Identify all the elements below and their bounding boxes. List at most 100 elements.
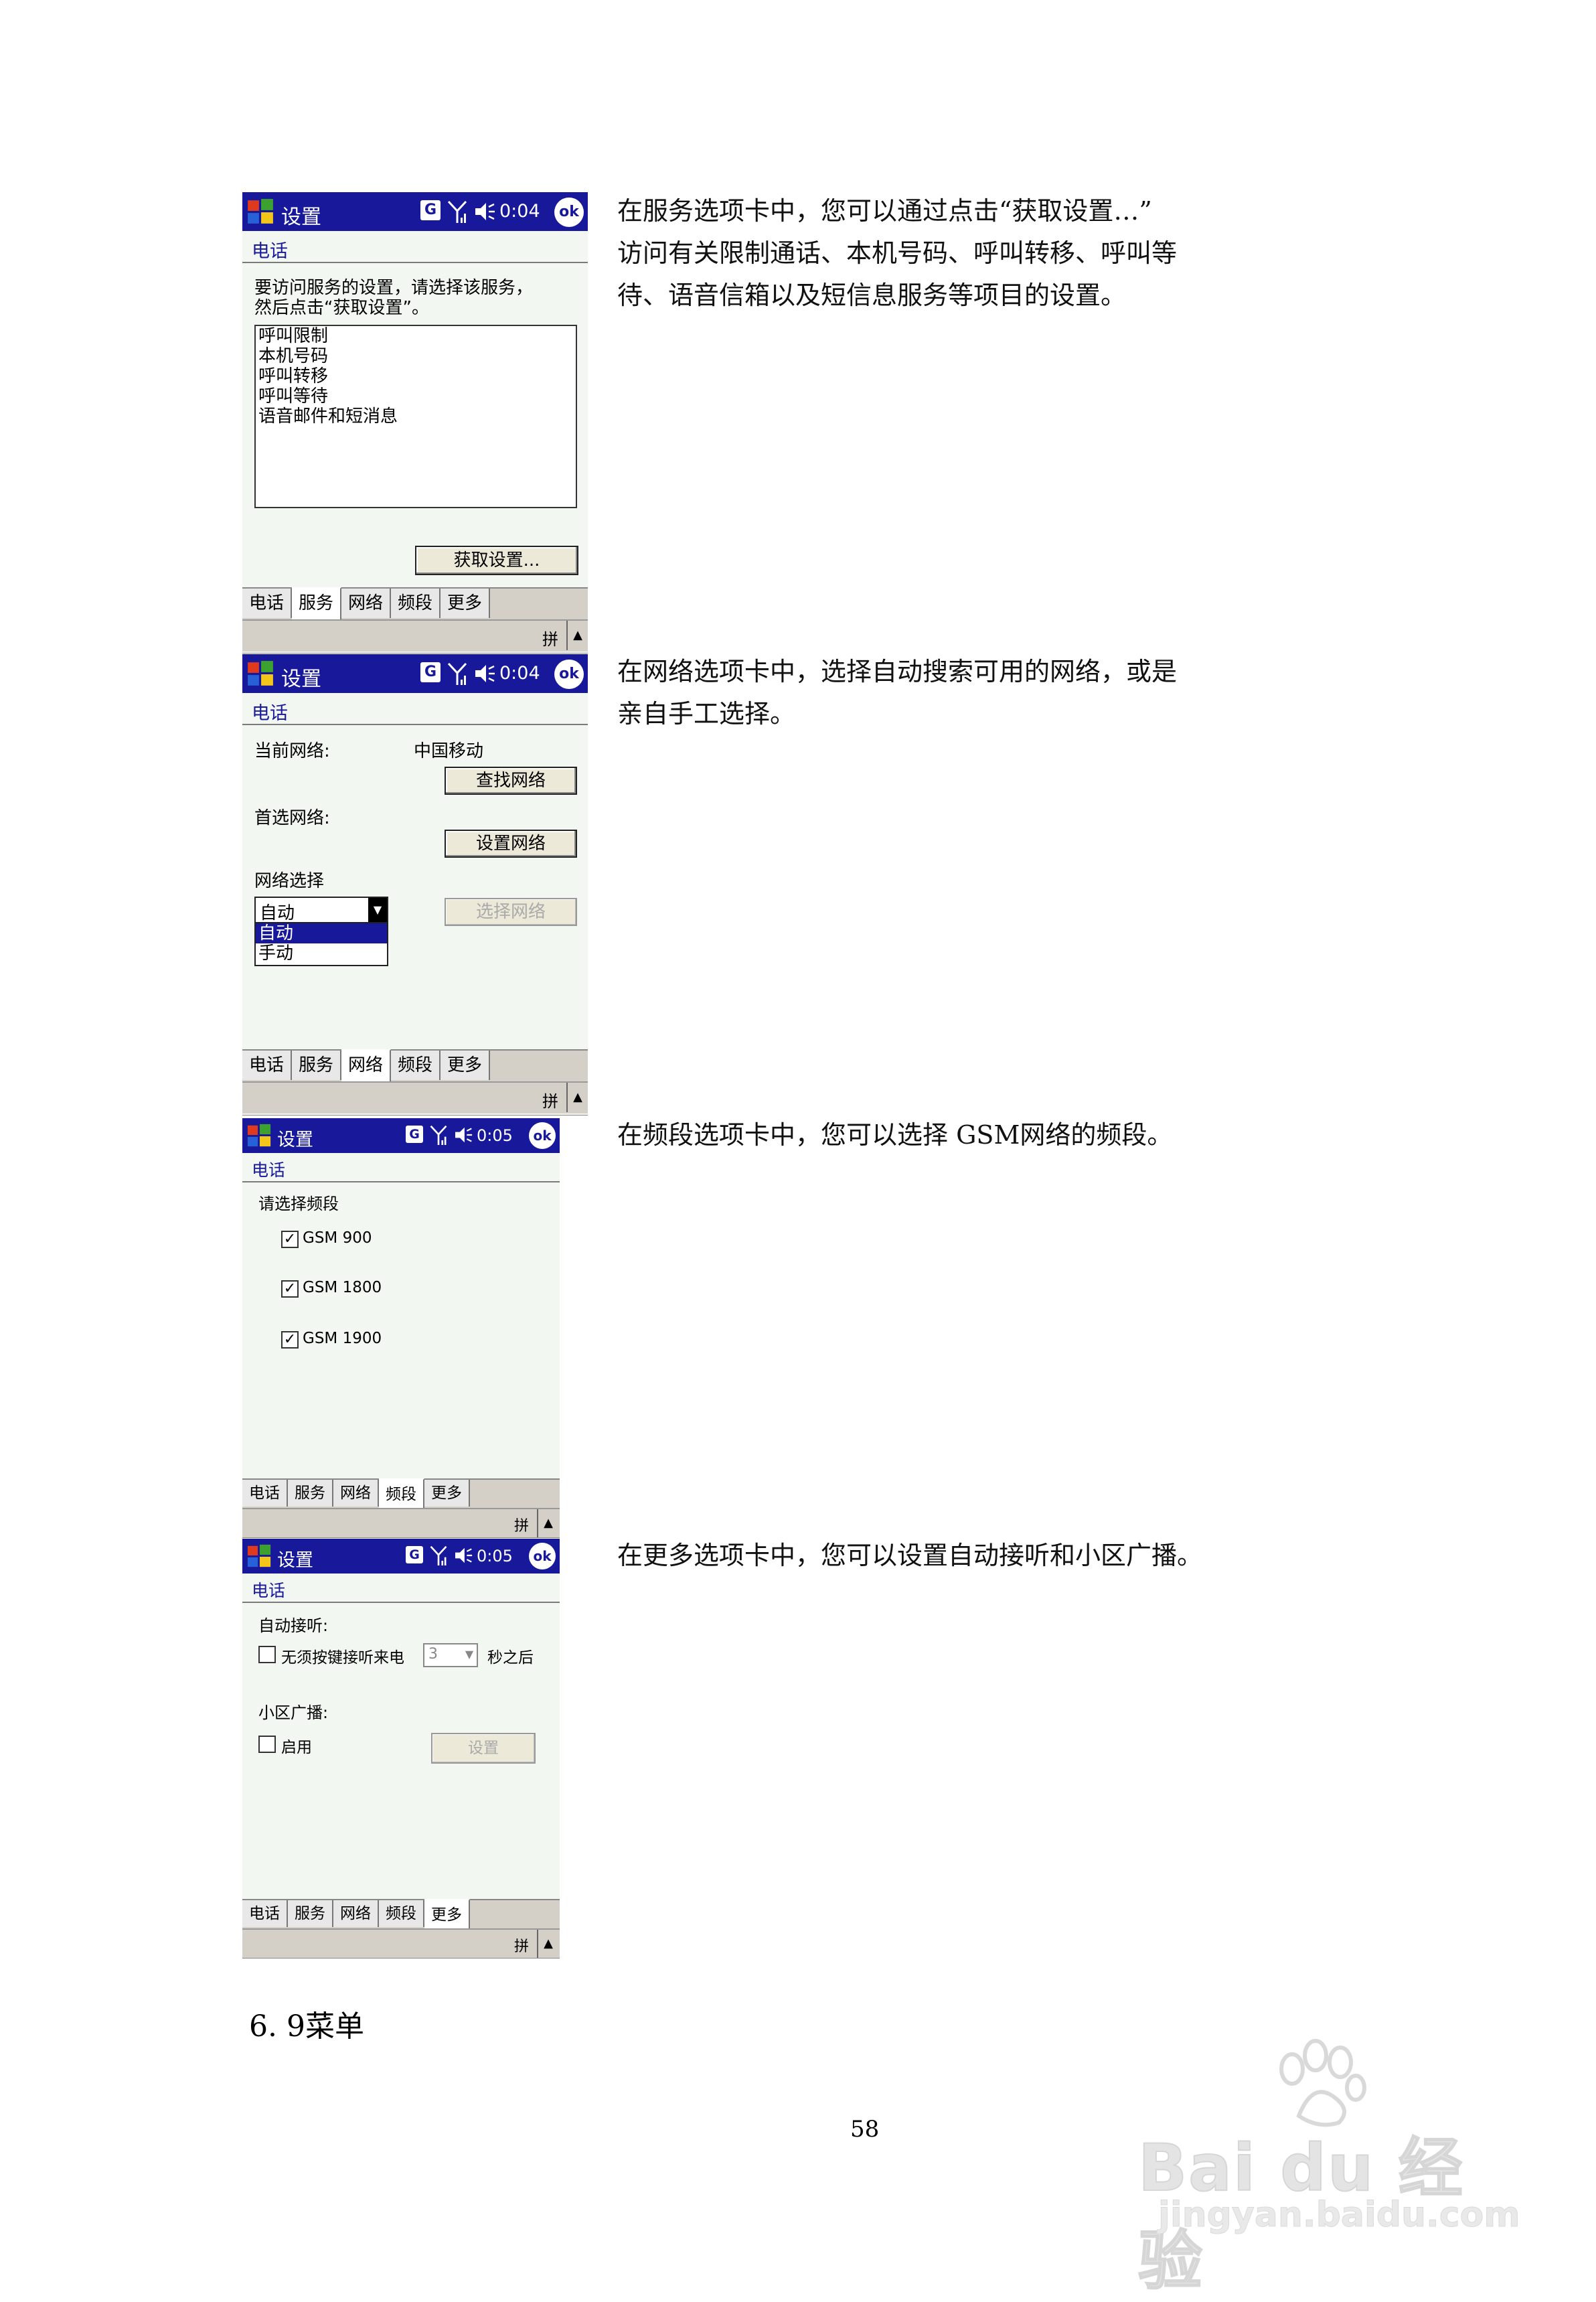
title-bar: 设置 G 0:05 ok	[242, 1539, 560, 1574]
network-selection-label: 网络选择	[254, 871, 325, 891]
tab-band[interactable]: 频段	[379, 1478, 424, 1508]
pinyin-input-label[interactable]: 拼	[514, 1934, 529, 1956]
pinyin-input-label[interactable]: 拼	[514, 1514, 529, 1535]
windows-start-icon[interactable]	[246, 198, 274, 226]
gsm900-checkbox[interactable]: ✓	[281, 1231, 299, 1248]
windows-start-icon[interactable]	[246, 1543, 272, 1569]
tab-phone[interactable]: 电话	[242, 1480, 288, 1507]
network-options-list[interactable]: 自动 手动	[254, 922, 388, 966]
section-heading: 6. 9菜单	[249, 2009, 364, 2044]
tab-network[interactable]: 网络	[341, 1049, 391, 1081]
description-more: 在更多选项卡中，您可以设置自动接听和小区广播。	[617, 1535, 1287, 1577]
watermark-url-text: jingyan.baidu.com	[1158, 2195, 1521, 2236]
signal-strength-icon[interactable]	[446, 199, 469, 224]
chevron-down-icon[interactable]: ▼	[462, 1644, 477, 1666]
tab-more[interactable]: 更多	[424, 1480, 470, 1507]
list-item[interactable]: 呼叫等待	[256, 386, 576, 406]
gsm1800-checkbox[interactable]: ✓	[281, 1280, 299, 1298]
option-manual[interactable]: 手动	[256, 943, 387, 964]
screenshot-services-tab: 设置 G 0:04 ok 电话 要访问服务的设置，请选择该服务， 然后点击“获取…	[242, 192, 588, 654]
tab-bar: 电话 服务 网络 频段 更多	[242, 1899, 560, 1928]
tab-more[interactable]: 更多	[441, 589, 490, 618]
signal-strength-icon[interactable]	[428, 1544, 449, 1567]
tab-band[interactable]: 频段	[391, 589, 441, 618]
network-selection-dropdown[interactable]: 自动 ▼	[254, 897, 388, 923]
clock-time[interactable]: 0:04	[499, 663, 540, 684]
tab-network[interactable]: 网络	[341, 589, 391, 618]
tab-band[interactable]: 频段	[391, 1051, 441, 1080]
gsm1900-checkbox[interactable]: ✓	[281, 1331, 299, 1349]
gsm900-label: GSM 900	[303, 1229, 372, 1247]
ok-button[interactable]: ok	[554, 198, 584, 227]
clock-time[interactable]: 0:05	[477, 1126, 513, 1145]
list-item[interactable]: 语音邮件和短消息	[256, 406, 576, 427]
volume-icon[interactable]	[454, 1547, 474, 1564]
pinyin-input-label[interactable]: 拼	[542, 1088, 558, 1111]
gprs-g-icon: G	[406, 1126, 423, 1143]
list-item[interactable]: 呼叫限制	[256, 326, 576, 346]
gsm1800-label: GSM 1800	[303, 1279, 382, 1296]
window-title: 设置	[277, 1130, 313, 1150]
windows-start-icon[interactable]	[246, 1123, 272, 1148]
services-listbox[interactable]: 呼叫限制 本机号码 呼叫转移 呼叫等待 语音邮件和短消息	[254, 325, 577, 508]
ok-button[interactable]: ok	[529, 1543, 556, 1569]
input-panel-bar: 拼 ▲	[242, 619, 588, 651]
band-prompt: 请选择频段	[258, 1195, 339, 1213]
gsm1900-label: GSM 1900	[303, 1330, 382, 1347]
tab-services[interactable]: 服务	[288, 1480, 333, 1507]
description-line: 在频段选项卡中，您可以选择 GSM网络的频段。	[617, 1120, 1173, 1150]
tab-band[interactable]: 频段	[379, 1900, 424, 1927]
description-services: 在服务选项卡中，您可以通过点击“获取设置…” 访问有关限制通话、本机号码、呼叫转…	[617, 190, 1287, 317]
clock-time[interactable]: 0:05	[477, 1547, 513, 1565]
sip-arrow-icon[interactable]: ▲	[566, 621, 588, 650]
description-line: 在更多选项卡中，您可以设置自动接听和小区广播。	[617, 1541, 1203, 1570]
tab-network[interactable]: 网络	[333, 1480, 379, 1507]
signal-strength-icon[interactable]	[428, 1124, 449, 1146]
paw-logo-icon	[1279, 2039, 1366, 2127]
heading-divider	[242, 262, 588, 263]
tab-phone[interactable]: 电话	[242, 1900, 288, 1927]
input-panel-bar: 拼 ▲	[242, 1928, 560, 1958]
list-item[interactable]: 呼叫转移	[256, 366, 576, 386]
tab-phone[interactable]: 电话	[242, 589, 292, 618]
baidu-watermark: Bai du 经验 jingyan.baidu.com	[1137, 2036, 1520, 2299]
tab-network[interactable]: 网络	[333, 1900, 379, 1927]
sip-arrow-icon[interactable]: ▲	[537, 1509, 558, 1537]
current-network-value: 中国移动	[414, 741, 484, 761]
sip-arrow-icon[interactable]: ▲	[566, 1083, 588, 1112]
broadcast-settings-button[interactable]: 设置	[431, 1733, 536, 1764]
list-item[interactable]: 本机号码	[256, 346, 576, 366]
chevron-down-icon[interactable]: ▼	[368, 898, 387, 922]
auto-answer-checkbox[interactable]	[258, 1646, 276, 1663]
volume-icon[interactable]	[474, 664, 497, 684]
tab-more[interactable]: 更多	[441, 1051, 490, 1080]
input-panel-bar: 拼 ▲	[242, 1081, 588, 1114]
volume-icon[interactable]	[454, 1126, 474, 1144]
windows-start-icon[interactable]	[246, 660, 274, 688]
select-network-button[interactable]: 选择网络	[445, 898, 577, 926]
tab-phone[interactable]: 电话	[242, 1051, 292, 1080]
ok-button[interactable]: ok	[554, 660, 584, 689]
gprs-g-icon: G	[406, 1546, 423, 1563]
option-auto[interactable]: 自动	[256, 923, 387, 943]
settings-heading: 电话	[252, 1160, 286, 1180]
heading-divider	[242, 724, 588, 725]
tab-more[interactable]: 更多	[424, 1899, 470, 1928]
clock-time[interactable]: 0:04	[499, 201, 540, 222]
tab-services[interactable]: 服务	[292, 1051, 341, 1080]
current-network-label: 当前网络:	[254, 741, 330, 761]
set-network-button[interactable]: 设置网络	[445, 830, 577, 858]
get-settings-button[interactable]: 获取设置...	[415, 546, 578, 575]
volume-icon[interactable]	[474, 202, 497, 222]
enable-checkbox[interactable]	[258, 1736, 276, 1753]
auto-answer-seconds-dropdown[interactable]: 3 ▼	[423, 1643, 478, 1667]
ok-button[interactable]: ok	[529, 1122, 556, 1149]
tab-services[interactable]: 服务	[292, 587, 341, 619]
preferred-network-label: 首选网络:	[254, 808, 330, 828]
input-panel-bar: 拼 ▲	[242, 1508, 560, 1537]
pinyin-input-label[interactable]: 拼	[542, 626, 558, 649]
tab-services[interactable]: 服务	[288, 1900, 333, 1927]
sip-arrow-icon[interactable]: ▲	[537, 1930, 558, 1958]
signal-strength-icon[interactable]	[446, 661, 469, 686]
find-network-button[interactable]: 查找网络	[445, 767, 577, 795]
